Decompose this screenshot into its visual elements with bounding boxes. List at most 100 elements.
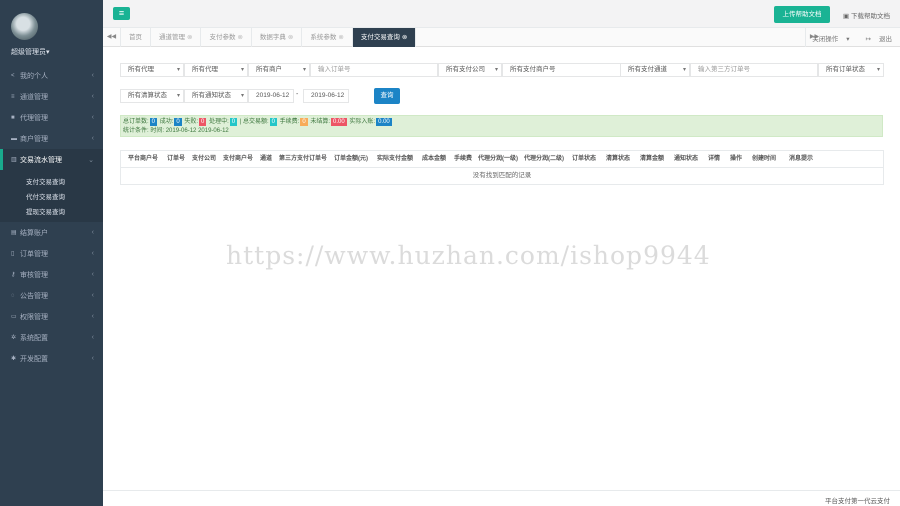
table-header-cell[interactable]: 支付公司 — [187, 151, 221, 167]
close-icon[interactable]: ⊗ — [402, 34, 407, 41]
tab-label: 首页 — [129, 34, 142, 41]
download-icon: ▣ — [843, 13, 851, 20]
chart-icon: ▥ — [11, 157, 17, 163]
company-select[interactable]: 所有支付公司 — [438, 63, 502, 77]
table-header-cell[interactable]: 清算状态 — [601, 151, 635, 167]
chevron-left-icon: ‹ — [91, 229, 94, 236]
sidebar-item-orders[interactable]: ▯ 订单管理 ‹ — [0, 243, 103, 264]
table-header-cell[interactable]: 实际支付金额 — [373, 151, 417, 167]
hamburger-icon: ≡ — [118, 8, 125, 18]
close-actions-label: 关闭操作 — [812, 35, 839, 43]
signout-icon: ↦ — [865, 35, 871, 43]
doc-icon: ▯ — [11, 251, 15, 257]
tab-label: 支付参数 — [209, 34, 236, 41]
sidebar-item-audit[interactable]: ⚷ 审核管理 ‹ — [0, 264, 103, 285]
table-header-cell[interactable]: 成本金额 — [417, 151, 451, 167]
sidebar-item-notice[interactable]: ◌ 公告管理 ‹ — [0, 285, 103, 306]
sidebar-nav-lower: ▤ 结算账户 ‹ ▯ 订单管理 ‹ ⚷ 审核管理 ‹ ◌ 公告管理 ‹ ▭ 权限管理 ‹ ✲ 系统配置… — [0, 222, 103, 369]
date-to-input[interactable]: 2019-06-12 — [303, 89, 349, 103]
chevron-left-icon: ‹ — [91, 292, 94, 299]
subnav-payout-query[interactable]: 代付交易查询 — [0, 188, 103, 203]
tab-scroll-left-button[interactable]: ◀◀ — [103, 28, 121, 47]
profile-menu[interactable]: 超级管理员▾ — [11, 47, 103, 57]
table-header-cell[interactable]: 手续费 — [451, 151, 475, 167]
tab-home[interactable]: 首页 — [121, 28, 151, 47]
close-icon[interactable]: ⊗ — [237, 34, 242, 41]
table-header-cell[interactable]: 订单金额(元) — [329, 151, 373, 167]
stat-settle: 0.00 — [331, 118, 347, 126]
avatar[interactable] — [11, 13, 38, 40]
download-help-link[interactable]: ▣ 下载帮助文档 — [843, 10, 890, 20]
order-number-input[interactable]: 输入订单号 — [310, 63, 438, 77]
tab-channel[interactable]: 通道管理 ⊗ — [151, 28, 202, 47]
stat-actual: 0.00 — [376, 118, 392, 126]
tab-system-params[interactable]: 系统参数 ⊗ — [302, 28, 353, 47]
date-from-input[interactable]: 2019-06-12 — [248, 89, 294, 103]
table-header-cell[interactable]: 创建时间 — [747, 151, 781, 167]
gears-icon: ✲ — [11, 335, 17, 341]
sidebar-item-merchant[interactable]: ▬ 商户管理 ‹ — [0, 128, 103, 149]
table-header-cell[interactable]: 消息提示 — [781, 151, 821, 167]
table-header-cell[interactable]: 订单号 — [165, 151, 187, 167]
close-icon[interactable]: ⊗ — [338, 34, 343, 41]
channel-select[interactable]: 所有代理 — [120, 63, 184, 77]
table-header-cell[interactable]: 通知状态 — [669, 151, 703, 167]
close-icon[interactable]: ⊗ — [187, 34, 192, 41]
sidebar-item-transactions[interactable]: ▥ 交易流水管理 ⌄ — [0, 149, 103, 170]
table-header-cell[interactable]: 平台商户号 — [121, 151, 165, 167]
table-header-cell[interactable]: 通道 — [255, 151, 277, 167]
stat-label: 手续费: — [279, 119, 300, 125]
tab-actions: 关闭操作 ▾ ↦ 退出 — [804, 28, 900, 47]
table-header-cell[interactable]: 详情 — [703, 151, 725, 167]
table-header-cell[interactable]: 支付商户号 — [221, 151, 255, 167]
company-merchant-select[interactable]: 所有支付商户号 — [502, 63, 630, 77]
tab-label: 支付交易查询 — [360, 34, 400, 41]
tab-dictionary[interactable]: 数据字典 ⊗ — [252, 28, 303, 47]
sidebar-item-label: 系统配置 — [20, 334, 48, 342]
table-header-cell[interactable]: 代理分润(二级) — [521, 151, 567, 167]
table-header-cell[interactable]: 第三方支付订单号 — [277, 151, 329, 167]
chevron-left-icon: ‹ — [91, 93, 94, 100]
subnav-withdraw-query[interactable]: 提现交易查询 — [0, 203, 103, 218]
pay-channel-select[interactable]: 所有支付通道 — [620, 63, 690, 77]
clear-status-select[interactable]: 所有清算状态 — [120, 89, 184, 103]
exit-button[interactable]: ↦ 退出 — [858, 33, 900, 43]
table-header-cell[interactable]: 清算金额 — [635, 151, 669, 167]
sidebar-item-mine[interactable]: < 我的个人 ‹ — [0, 65, 103, 86]
merchant-select[interactable]: 所有商户 — [248, 63, 310, 77]
sidebar-item-label: 权限管理 — [20, 313, 48, 321]
sidebar-item-channel[interactable]: ≡ 通道管理 ‹ — [0, 86, 103, 107]
sidebar-item-settlement[interactable]: ▤ 结算账户 ‹ — [0, 222, 103, 243]
tab-pay-query[interactable]: 支付交易查询 ⊗ — [352, 28, 417, 47]
stat-time-from: 2019-06-12 — [165, 128, 197, 134]
chevron-left-icon: ‹ — [91, 355, 94, 362]
sidebar-item-agent[interactable]: ■ 代理管理 ‹ — [0, 107, 103, 128]
table-header-cell[interactable]: 订单状态 — [567, 151, 601, 167]
menu-toggle-button[interactable]: ≡ — [113, 7, 130, 20]
agent-select[interactable]: 所有代理 — [184, 63, 248, 77]
close-icon[interactable]: ⊗ — [288, 34, 293, 41]
upload-help-button[interactable]: 上传帮助文档 — [774, 6, 830, 23]
stat-fail: 0 — [199, 118, 207, 126]
tab-pay-params[interactable]: 支付参数 ⊗ — [201, 28, 252, 47]
sidebar-item-permission[interactable]: ▭ 权限管理 ‹ — [0, 306, 103, 327]
table-header-cell[interactable]: 操作 — [725, 151, 747, 167]
date-separator: - — [296, 91, 299, 98]
search-button[interactable]: 查询 — [374, 88, 400, 104]
monitor-icon: ▭ — [11, 314, 17, 320]
sidebar-item-dev[interactable]: ✱ 开发配置 ‹ — [0, 348, 103, 369]
empty-row: 没有找到匹配的记录 — [472, 172, 532, 179]
stat-label: | 总交易额: — [239, 119, 269, 125]
subnav-pay-query[interactable]: 支付交易查询 — [0, 173, 103, 188]
third-order-input[interactable]: 输入第三方订单号 — [690, 63, 818, 77]
chevron-left-icon: ‹ — [91, 271, 94, 278]
order-status-select[interactable]: 所有订单状态 — [818, 63, 884, 77]
stat-time-to: 2019-06-12 — [198, 128, 229, 134]
sidebar-item-label: 结算账户 — [20, 229, 48, 237]
sidebar-item-label: 开发配置 — [20, 355, 48, 363]
sidebar-item-system[interactable]: ✲ 系统配置 ‹ — [0, 327, 103, 348]
notify-status-select[interactable]: 所有通知状态 — [184, 89, 248, 103]
close-actions-dropdown[interactable]: 关闭操作 ▾ — [804, 33, 857, 43]
table-header-cell[interactable]: 代理分润(一级) — [475, 151, 521, 167]
chevron-left-icon: ‹ — [91, 334, 94, 341]
